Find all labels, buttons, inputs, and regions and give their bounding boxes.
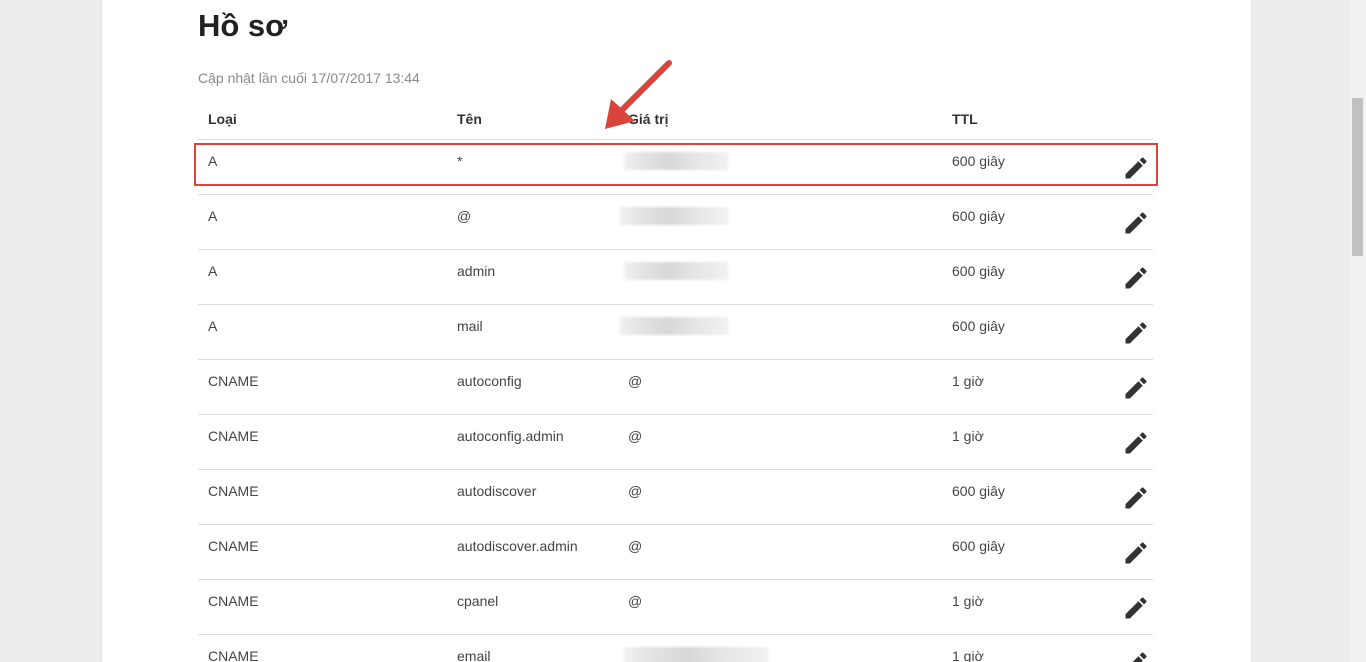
record-type: CNAME xyxy=(208,373,259,389)
record-ttl: 1 giờ xyxy=(952,373,984,389)
record-ttl: 1 giờ xyxy=(952,593,984,609)
record-value: @ xyxy=(628,428,643,444)
pencil-icon[interactable] xyxy=(1122,209,1150,237)
record-value: @ xyxy=(628,483,643,499)
pencil-icon[interactable] xyxy=(1122,319,1150,347)
vertical-scrollbar[interactable] xyxy=(1349,0,1366,662)
pencil-icon[interactable] xyxy=(1122,374,1150,402)
table-row: A admin 600 giây xyxy=(198,250,1153,305)
redacted-value xyxy=(620,207,728,225)
header-type: Loại xyxy=(208,111,237,127)
header-value: Giá trị xyxy=(628,111,669,127)
redacted-value xyxy=(620,317,728,335)
record-name: autoconfig.admin xyxy=(457,428,564,444)
header-ttl: TTL xyxy=(952,111,978,127)
redacted-value xyxy=(624,152,728,170)
record-type: A xyxy=(208,153,218,169)
record-name: mail xyxy=(457,318,483,334)
table-row: CNAME autoconfig.admin @ 1 giờ xyxy=(198,415,1153,470)
table-row: A mail 600 giây xyxy=(198,305,1153,360)
record-type: CNAME xyxy=(208,593,259,609)
record-name: email xyxy=(457,648,491,662)
record-name: autoconfig xyxy=(457,373,522,389)
table-row: A * 600 giây xyxy=(198,140,1153,195)
record-type: CNAME xyxy=(208,648,259,662)
record-type: CNAME xyxy=(208,428,259,444)
record-value: @ xyxy=(628,373,643,389)
record-type: CNAME xyxy=(208,538,259,554)
record-ttl: 600 giây xyxy=(952,483,1005,499)
record-value: @ xyxy=(628,593,643,609)
record-value: @ xyxy=(628,538,643,554)
record-name: admin xyxy=(457,263,496,279)
table-row: A @ 600 giây xyxy=(198,195,1153,250)
record-ttl: 600 giây xyxy=(952,538,1005,554)
page-content: Hồ sơ Cập nhật lần cuối 17/07/2017 13:44… xyxy=(101,0,1252,662)
table-row: CNAME email 1 giờ xyxy=(198,635,1153,662)
header-name: Tên xyxy=(457,111,482,127)
record-type: CNAME xyxy=(208,483,259,499)
redacted-value xyxy=(624,647,768,662)
pencil-icon[interactable] xyxy=(1122,539,1150,567)
record-ttl: 600 giây xyxy=(952,263,1005,279)
record-ttl: 600 giây xyxy=(952,208,1005,224)
record-type: A xyxy=(208,318,218,334)
record-ttl: 600 giây xyxy=(952,318,1005,334)
redacted-value xyxy=(624,262,728,280)
record-ttl: 600 giây xyxy=(952,153,1005,169)
pencil-icon[interactable] xyxy=(1122,429,1150,457)
record-name: autodiscover.admin xyxy=(457,538,578,554)
table-row: CNAME autodiscover @ 600 giây xyxy=(198,470,1153,525)
pencil-icon[interactable] xyxy=(1122,484,1150,512)
pencil-icon[interactable] xyxy=(1122,649,1150,662)
table-row: CNAME autoconfig @ 1 giờ xyxy=(198,360,1153,415)
table-row: CNAME cpanel @ 1 giờ xyxy=(198,580,1153,635)
record-name: * xyxy=(457,153,463,169)
record-ttl: 1 giờ xyxy=(952,428,984,444)
record-ttl: 1 giờ xyxy=(952,648,984,662)
table-row: CNAME autodiscover.admin @ 600 giây xyxy=(198,525,1153,580)
record-name: @ xyxy=(457,208,472,224)
dns-records-table: Loại Tên Giá trị TTL A * 600 giây A @ 60… xyxy=(198,98,1153,662)
record-type: A xyxy=(208,263,218,279)
scrollbar-thumb[interactable] xyxy=(1352,98,1363,256)
record-type: A xyxy=(208,208,218,224)
record-name: cpanel xyxy=(457,593,499,609)
pencil-icon[interactable] xyxy=(1122,594,1150,622)
page-title: Hồ sơ xyxy=(198,8,288,43)
last-updated-text: Cập nhật lần cuối 17/07/2017 13:44 xyxy=(198,70,420,86)
pencil-icon[interactable] xyxy=(1122,154,1150,182)
table-header: Loại Tên Giá trị TTL xyxy=(198,98,1153,140)
pencil-icon[interactable] xyxy=(1122,264,1150,292)
record-name: autodiscover xyxy=(457,483,537,499)
